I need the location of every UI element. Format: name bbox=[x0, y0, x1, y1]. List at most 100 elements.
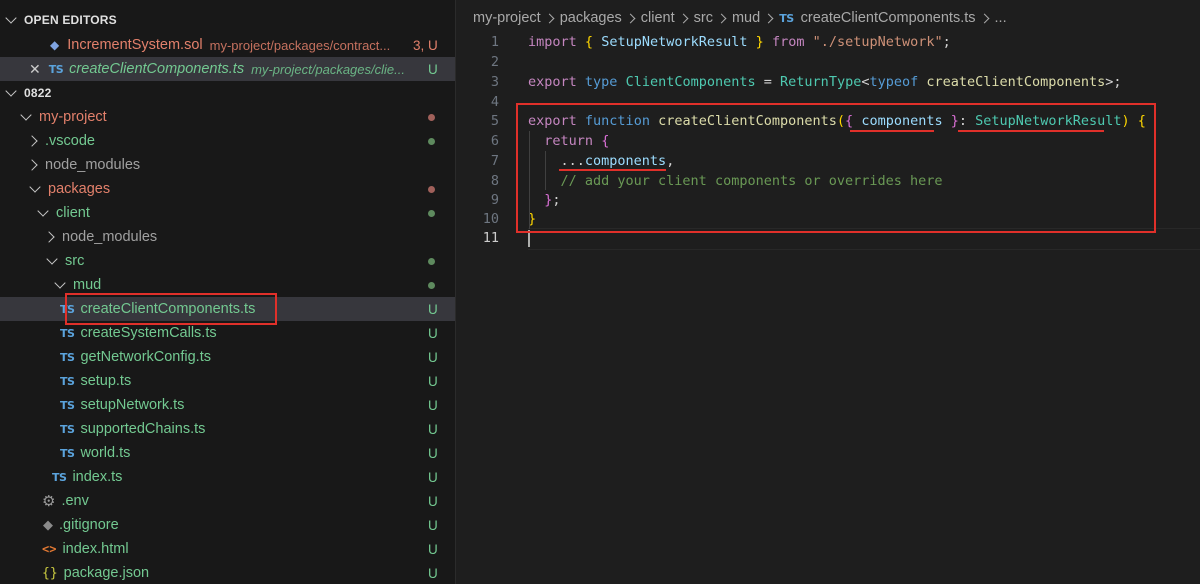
keyword: type bbox=[584, 74, 618, 90]
annotation-underline-spread bbox=[559, 169, 666, 171]
untracked-badge: U bbox=[428, 349, 438, 365]
operator: = bbox=[763, 74, 772, 90]
tree-folder-vscode[interactable]: .vscode bbox=[0, 129, 455, 153]
explorer-sidebar: OPEN EDITORS ◆ IncrementSystem.sol my-pr… bbox=[0, 0, 455, 584]
type-name: ReturnType bbox=[780, 74, 862, 90]
typescript-icon: TS bbox=[60, 350, 75, 364]
tree-folder-client-node-modules[interactable]: node_modules bbox=[0, 225, 455, 249]
breadcrumb-item[interactable]: packages bbox=[560, 10, 622, 26]
breadcrumb-item[interactable]: my-project bbox=[473, 10, 541, 26]
line-number: 3 bbox=[490, 74, 499, 90]
tree-file-env[interactable]: ⚙ .env U bbox=[0, 489, 455, 513]
punctuation: < bbox=[861, 74, 870, 90]
workspace-title: 0822 bbox=[24, 86, 52, 100]
untracked-badge: U bbox=[428, 421, 438, 437]
tree-file-gitignore[interactable]: ◆ .gitignore U bbox=[0, 513, 455, 537]
file-label: getNetworkConfig.ts bbox=[80, 349, 211, 365]
file-label: index.ts bbox=[72, 469, 123, 485]
open-editor-item-createclientcomponents[interactable]: ✕ TS createClientComponents.ts my-projec… bbox=[0, 57, 455, 81]
chevron-down-icon bbox=[46, 252, 58, 265]
typescript-icon: TS bbox=[60, 398, 75, 412]
file-label: .gitignore bbox=[59, 517, 119, 533]
typescript-icon: TS bbox=[52, 470, 67, 484]
breadcrumb-item[interactable]: src bbox=[694, 10, 713, 26]
file-label: world.ts bbox=[80, 445, 131, 461]
ethereum-icon: ◆ bbox=[50, 38, 60, 52]
chevron-right-icon bbox=[43, 231, 55, 243]
workspace-header[interactable]: 0822 bbox=[0, 81, 455, 105]
code-line-1[interactable]: 1 import { SetupNetworkResult } from "./s… bbox=[456, 32, 1200, 52]
open-editor-filename: IncrementSystem.sol bbox=[67, 37, 203, 53]
file-label: createSystemCalls.ts bbox=[80, 325, 217, 341]
untracked-badge: U bbox=[428, 493, 438, 509]
string: "./setupNetwork" bbox=[812, 34, 943, 50]
breadcrumb: my-project packages client src mud TS cr… bbox=[473, 10, 1007, 26]
tree-file-setupnetwork[interactable]: TS setupNetwork.ts U bbox=[0, 393, 455, 417]
type-name: ClientComponents bbox=[625, 74, 756, 90]
code-line-3[interactable]: 3 export type ClientComponents = ReturnTy… bbox=[456, 72, 1200, 92]
folder-label: packages bbox=[48, 181, 111, 197]
typescript-icon: TS bbox=[60, 374, 75, 388]
untracked-dot bbox=[428, 258, 435, 265]
tree-file-getnetworkconfig[interactable]: TS getNetworkConfig.ts U bbox=[0, 345, 455, 369]
file-label: index.html bbox=[62, 541, 129, 557]
folder-label: node_modules bbox=[45, 157, 141, 173]
code-editor[interactable]: my-project packages client src mud TS cr… bbox=[456, 0, 1200, 584]
tree-file-package-json[interactable]: {} package.json U bbox=[0, 561, 455, 584]
breadcrumb-more[interactable]: ... bbox=[995, 10, 1007, 26]
tree-file-index-ts[interactable]: TS index.ts U bbox=[0, 465, 455, 489]
tree-folder-src[interactable]: src bbox=[0, 249, 455, 273]
tree-file-supportedchains[interactable]: TS supportedChains.ts U bbox=[0, 417, 455, 441]
untracked-badge: U bbox=[428, 445, 438, 461]
open-editors-header[interactable]: OPEN EDITORS bbox=[0, 8, 455, 32]
file-label: setup.ts bbox=[80, 373, 132, 389]
untracked-dot bbox=[428, 282, 435, 289]
tree-file-world[interactable]: TS world.ts U bbox=[0, 441, 455, 465]
folder-label: my-project bbox=[39, 109, 107, 125]
open-editor-path: my-project/packages/contract... bbox=[209, 37, 391, 53]
function-name: createClientComponents bbox=[926, 74, 1106, 90]
keyword: import bbox=[528, 34, 577, 50]
line-number: 2 bbox=[490, 54, 499, 70]
untracked-badge: U bbox=[428, 541, 438, 557]
tree-file-index-html[interactable]: <> index.html U bbox=[0, 537, 455, 561]
untracked-badge: U bbox=[428, 301, 438, 317]
brace: } bbox=[755, 34, 764, 50]
typescript-icon: TS bbox=[60, 422, 75, 436]
tree-folder-node-modules[interactable]: node_modules bbox=[0, 153, 455, 177]
folder-label: client bbox=[56, 205, 90, 221]
untracked-badge: U bbox=[428, 469, 438, 485]
breadcrumb-file[interactable]: createClientComponents.ts bbox=[801, 10, 976, 26]
file-label: supportedChains.ts bbox=[80, 421, 206, 437]
file-label: package.json bbox=[63, 565, 150, 581]
tree-folder-client[interactable]: client bbox=[0, 201, 455, 225]
tree-folder-packages[interactable]: packages bbox=[0, 177, 455, 201]
open-editors-title: OPEN EDITORS bbox=[24, 13, 117, 27]
chevron-right-icon bbox=[678, 13, 689, 23]
chevron-down-icon bbox=[5, 11, 17, 24]
close-icon[interactable]: ✕ bbox=[29, 61, 41, 78]
untracked-badge: U bbox=[428, 325, 438, 341]
folder-label: node_modules bbox=[62, 229, 158, 245]
modified-dot bbox=[428, 186, 435, 193]
folder-label: .vscode bbox=[45, 133, 95, 149]
tree-file-setup[interactable]: TS setup.ts U bbox=[0, 369, 455, 393]
breadcrumb-item[interactable]: mud bbox=[732, 10, 760, 26]
problems-badge: 3, U bbox=[413, 37, 438, 53]
brace: { bbox=[584, 34, 594, 50]
open-editor-item-incrementsystem[interactable]: ◆ IncrementSystem.sol my-project/package… bbox=[0, 33, 455, 57]
open-editor-path: my-project/packages/clie... bbox=[251, 61, 405, 77]
line-number: 1 bbox=[490, 34, 499, 50]
gear-icon: ⚙ bbox=[42, 493, 56, 510]
open-editor-filename: createClientComponents.ts bbox=[69, 61, 245, 77]
chevron-down-icon bbox=[20, 108, 32, 121]
file-label: .env bbox=[61, 493, 89, 509]
punctuation: >; bbox=[1105, 74, 1122, 90]
tree-folder-my-project[interactable]: my-project bbox=[0, 105, 455, 129]
chevron-right-icon bbox=[625, 13, 636, 23]
keyword: export bbox=[528, 74, 577, 90]
untracked-badge: U bbox=[428, 373, 438, 389]
breadcrumb-item[interactable]: client bbox=[641, 10, 675, 26]
code-line-2[interactable]: 2 bbox=[456, 52, 1200, 72]
typescript-icon: TS bbox=[48, 62, 64, 76]
